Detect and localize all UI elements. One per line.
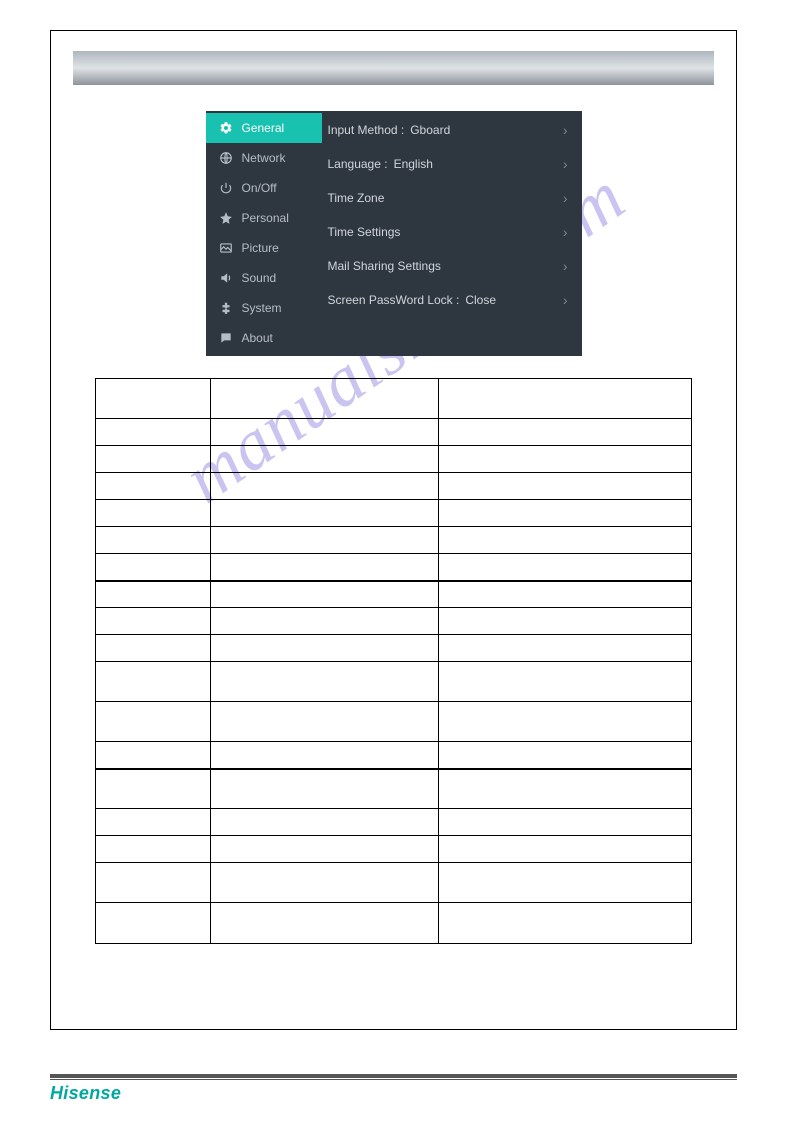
table-row xyxy=(96,863,691,903)
setting-value: English xyxy=(394,157,433,171)
table-row xyxy=(96,809,691,836)
spec-table xyxy=(95,378,692,944)
sidebar-item-label: General xyxy=(242,121,285,135)
table-row xyxy=(96,635,691,662)
sidebar-item-label: Sound xyxy=(242,271,277,285)
setting-row-screen-lock[interactable]: Screen PassWord Lock : Close › xyxy=(322,283,582,317)
setting-row-input-method[interactable]: Input Method : Gboard › xyxy=(322,113,582,147)
chat-icon xyxy=(218,330,234,346)
sidebar-item-label: On/Off xyxy=(242,181,277,195)
chevron-right-icon: › xyxy=(563,258,568,274)
setting-row-mail-sharing[interactable]: Mail Sharing Settings › xyxy=(322,249,582,283)
sidebar-item-picture[interactable]: Picture xyxy=(206,233,322,263)
setting-label: Time Zone xyxy=(328,191,385,205)
brand-logo: Hisense xyxy=(50,1083,121,1104)
header-bar xyxy=(73,51,714,85)
setting-row-language[interactable]: Language : English › xyxy=(322,147,582,181)
table-row xyxy=(96,527,691,554)
setting-label: Screen PassWord Lock : xyxy=(328,293,460,307)
sidebar-item-general[interactable]: General xyxy=(206,113,322,143)
settings-content: Input Method : Gboard › Language : Engli… xyxy=(322,111,582,356)
power-icon xyxy=(218,180,234,196)
table-row xyxy=(96,769,691,809)
settings-panel: General Network On/Off Personal xyxy=(206,111,582,356)
star-icon xyxy=(218,210,234,226)
table-row xyxy=(96,419,691,446)
setting-row-time-settings[interactable]: Time Settings › xyxy=(322,215,582,249)
setting-value: Gboard xyxy=(410,123,450,137)
sidebar-item-label: System xyxy=(242,301,282,315)
setting-label: Mail Sharing Settings xyxy=(328,259,441,273)
setting-row-timezone[interactable]: Time Zone › xyxy=(322,181,582,215)
table-row xyxy=(96,554,691,581)
setting-label: Language : xyxy=(328,157,388,171)
sidebar-item-sound[interactable]: Sound xyxy=(206,263,322,293)
chevron-right-icon: › xyxy=(563,224,568,240)
sidebar-item-about[interactable]: About xyxy=(206,323,322,353)
page-frame: General Network On/Off Personal xyxy=(50,30,737,1030)
table-row xyxy=(96,702,691,742)
sidebar-item-system[interactable]: System xyxy=(206,293,322,323)
chevron-right-icon: › xyxy=(563,122,568,138)
sidebar-item-label: Network xyxy=(242,151,286,165)
speaker-icon xyxy=(218,270,234,286)
table-row xyxy=(96,500,691,527)
table-row xyxy=(96,742,691,769)
table-row xyxy=(96,903,691,943)
sidebar-item-onoff[interactable]: On/Off xyxy=(206,173,322,203)
puzzle-icon xyxy=(218,300,234,316)
globe-icon xyxy=(218,150,234,166)
setting-label: Input Method : xyxy=(328,123,405,137)
sidebar-item-label: Personal xyxy=(242,211,289,225)
table-row xyxy=(96,446,691,473)
sidebar-item-personal[interactable]: Personal xyxy=(206,203,322,233)
gear-icon xyxy=(218,120,234,136)
sidebar-item-network[interactable]: Network xyxy=(206,143,322,173)
table-row xyxy=(96,473,691,500)
chevron-right-icon: › xyxy=(563,190,568,206)
sidebar-item-label: About xyxy=(242,331,273,345)
table-row xyxy=(96,662,691,702)
table-row xyxy=(96,581,691,608)
footer-rule xyxy=(50,1074,737,1080)
table-row xyxy=(96,836,691,863)
setting-value: Close xyxy=(465,293,496,307)
chevron-right-icon: › xyxy=(563,292,568,308)
sidebar-item-label: Picture xyxy=(242,241,279,255)
settings-sidebar: General Network On/Off Personal xyxy=(206,111,322,356)
table-row xyxy=(96,379,691,419)
setting-label: Time Settings xyxy=(328,225,401,239)
image-icon xyxy=(218,240,234,256)
chevron-right-icon: › xyxy=(563,156,568,172)
table-row xyxy=(96,608,691,635)
